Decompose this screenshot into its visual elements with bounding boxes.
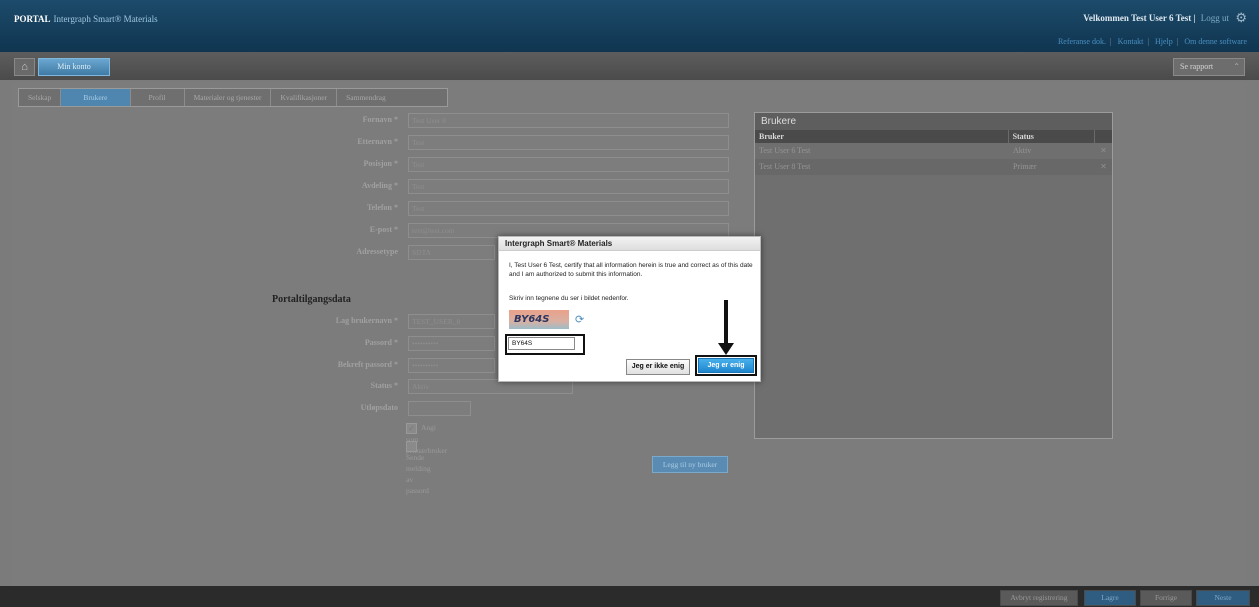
- report-select-label: Se rapport: [1180, 62, 1214, 71]
- toolbar: ⌂ Min konto Se rapport ⌃: [0, 52, 1259, 80]
- utlopsdato-field[interactable]: [408, 401, 471, 416]
- link-help[interactable]: Hjelp: [1155, 37, 1173, 46]
- label-etternavn: Etternavn *: [357, 137, 398, 146]
- brukernavn-field[interactable]: TEST_USER_8: [408, 314, 495, 329]
- refresh-icon[interactable]: ⟳: [575, 313, 584, 326]
- captcha-image: BY64S: [509, 310, 569, 329]
- welcome-text: Velkommen Test User 6 Test | Logg ut: [1083, 13, 1229, 23]
- chevron-down-icon: ⌃: [1233, 62, 1240, 71]
- brand-logo: PORTAL Intergraph Smart® Materials: [14, 14, 158, 24]
- checkbox-send-password-box[interactable]: [406, 440, 417, 452]
- adressetype-select[interactable]: SDTA: [408, 245, 495, 260]
- brand-product: Intergraph Smart® Materials: [53, 14, 158, 24]
- dialog-certify-text: I, Test User 6 Test, certify that all in…: [509, 262, 753, 278]
- breadcrumb: Selskap Brukere Profil Materialer og tje…: [18, 88, 448, 107]
- row-status: Aktiv: [1013, 146, 1032, 155]
- label-epost: E-post *: [369, 225, 398, 234]
- label-status: Status *: [370, 381, 398, 390]
- top-links: Referanse dok. | Kontakt | Hjelp | Om denne…: [1057, 37, 1247, 46]
- next-button[interactable]: Neste: [1196, 590, 1250, 606]
- link-contact[interactable]: Kontakt: [1118, 37, 1144, 46]
- disagree-button[interactable]: Jeg er ikke enig: [626, 359, 690, 375]
- label-utlopsdato: Utløpsdato: [360, 403, 398, 412]
- delete-icon[interactable]: ✕: [1095, 159, 1112, 175]
- previous-button[interactable]: Forrige: [1140, 590, 1192, 606]
- users-panel-title: Brukere: [755, 113, 1112, 130]
- crumb-profil[interactable]: Profil: [131, 89, 185, 106]
- col-header-user[interactable]: Bruker: [755, 130, 1008, 143]
- row-user: Test User 6 Test: [759, 146, 811, 155]
- passord-field[interactable]: ••••••••••: [408, 336, 495, 351]
- arrow-down-icon: [724, 300, 728, 346]
- tab-my-account[interactable]: Min konto: [38, 58, 110, 76]
- dialog-instruction: Skriv inn tegnene du ser i bildet nedenf…: [509, 295, 629, 302]
- crumb-brukere[interactable]: Brukere: [61, 89, 131, 106]
- section-title-portal-access: Portaltilgangsdata: [272, 294, 351, 305]
- table-row[interactable]: Test User 6 Test Aktiv ✕: [755, 143, 1112, 159]
- link-about[interactable]: Om denne software: [1184, 37, 1247, 46]
- footer-bar: Avbryt registrering Lagre Forrige Neste: [0, 586, 1259, 607]
- posisjon-field[interactable]: Test: [408, 157, 729, 172]
- crumb-materialer[interactable]: Materialer og tjenester: [185, 89, 272, 106]
- checkbox-primary-user-box[interactable]: ✓: [406, 422, 417, 434]
- etternavn-field[interactable]: Test: [408, 135, 729, 150]
- table-row[interactable]: Test User 8 Test Primær ✕: [755, 159, 1112, 175]
- save-button[interactable]: Lagre: [1084, 590, 1136, 606]
- label-avdeling: Avdeling *: [361, 181, 398, 190]
- bekreft-passord-field[interactable]: ••••••••••: [408, 358, 495, 373]
- app-header: PORTAL Intergraph Smart® Materials Velkom…: [0, 0, 1259, 52]
- logout-link[interactable]: Logg ut: [1201, 13, 1229, 23]
- avdeling-field[interactable]: Test: [408, 179, 729, 194]
- label-fornavn: Fornavn *: [362, 115, 398, 124]
- checkbox-send-password[interactable]: Sende melding av passord: [406, 440, 431, 496]
- label-telefon: Telefon *: [366, 203, 398, 212]
- col-header-actions: [1094, 130, 1112, 143]
- captcha-input[interactable]: BY64S: [508, 337, 575, 350]
- label-passord: Passord *: [364, 338, 398, 347]
- report-select[interactable]: Se rapport ⌃: [1173, 58, 1245, 76]
- brand-portal: PORTAL: [14, 14, 51, 24]
- label-brukernavn: Lag brukernavn *: [335, 316, 398, 325]
- certify-dialog: Intergraph Smart® Materials I, Test User…: [498, 236, 761, 382]
- crumb-sammendrag[interactable]: Sammendrag: [337, 89, 395, 106]
- label-posisjon: Posisjon *: [363, 159, 398, 168]
- gear-icon[interactable]: ⚙: [1235, 10, 1247, 26]
- label-bekreft-passord: Bekreft passord *: [337, 360, 398, 369]
- crumb-kvalifikasjoner[interactable]: Kvalifikasjoner: [271, 89, 338, 106]
- crumb-selskap[interactable]: Selskap: [19, 89, 62, 106]
- arrow-head-icon: [718, 343, 734, 355]
- users-panel: Brukere Bruker Status Test User 6 Test A…: [754, 112, 1113, 439]
- dialog-title: Intergraph Smart® Materials: [499, 237, 760, 251]
- row-user: Test User 8 Test: [759, 162, 811, 171]
- link-reference[interactable]: Referanse dok.: [1058, 37, 1106, 46]
- row-status: Primær: [1013, 162, 1037, 171]
- cancel-registration-button[interactable]: Avbryt registrering: [1000, 590, 1078, 606]
- telefon-field[interactable]: Test: [408, 201, 729, 216]
- add-user-button[interactable]: Legg til ny bruker: [652, 456, 728, 473]
- fornavn-field[interactable]: Test User 8: [408, 113, 729, 128]
- label-adressetype: Adressetype: [356, 247, 398, 256]
- users-grid-header: Bruker Status: [755, 130, 1112, 143]
- delete-icon[interactable]: ✕: [1095, 143, 1112, 159]
- welcome-label: Velkommen Test User 6 Test: [1083, 13, 1192, 23]
- agree-button[interactable]: Jeg er enig: [698, 358, 754, 373]
- col-header-status[interactable]: Status: [1007, 130, 1095, 143]
- home-icon[interactable]: ⌂: [14, 58, 35, 76]
